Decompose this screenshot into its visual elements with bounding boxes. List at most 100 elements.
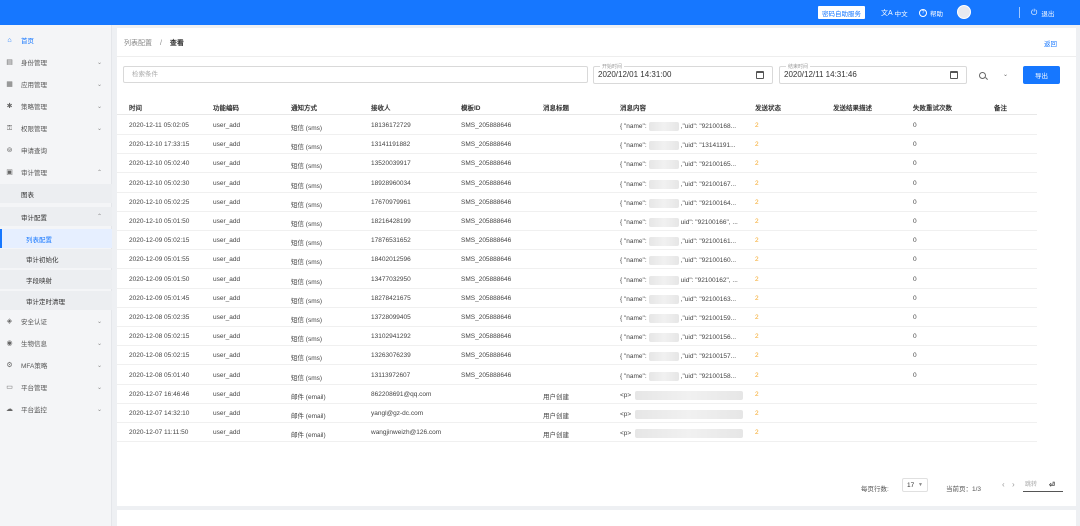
self-service-button[interactable]: 密码自助服务 (818, 6, 865, 19)
content-suffix: ,"uid": "92100156... (680, 334, 737, 342)
breadcrumb-parent[interactable]: 列表配置 (124, 40, 152, 47)
chevron-down-icon[interactable]: ⌄ (1003, 71, 1008, 78)
column-header[interactable]: 通知方式 (291, 102, 317, 112)
cell-time: 2020-12-07 16:46:46 (129, 390, 190, 398)
sidebar-item-apps[interactable]: ▦ 应用管理 ⌄ (0, 75, 112, 93)
cell-method: 短信 (sms) (291, 125, 323, 132)
cell-receiver: 13263076239 (371, 352, 411, 360)
calendar-icon[interactable] (950, 71, 958, 79)
column-header[interactable]: 接收人 (371, 102, 391, 112)
table-row[interactable]: 2020-12-08 05:02:15 user_add 短信 (sms) 13102… (117, 327, 1037, 347)
help-link[interactable]: ? 帮助 (919, 0, 943, 25)
language-switch[interactable]: 文A 中文 (881, 0, 908, 25)
sidebar-item-policy[interactable]: ✱ 策略管理 ⌄ (0, 97, 112, 115)
rows-per-page-select[interactable]: 17 ▼ (902, 478, 928, 492)
cell-method: 短信 (sms) (291, 163, 323, 171)
page-jump-input[interactable] (1023, 478, 1063, 492)
table-row[interactable]: 2020-12-10 05:02:25 user_add 短信 (sms) 17670… (117, 193, 1037, 212)
sidebar-item-audit-cleanup[interactable]: 审计定时清理 (0, 291, 112, 310)
redacted-block (648, 141, 679, 151)
table-row[interactable]: 2020-12-10 05:02:30 user_add 短信 (sms) 18928… (117, 174, 1037, 193)
sidebar-item-label: 字段映射 (26, 277, 52, 285)
redacted-block (648, 371, 679, 381)
sidebar-item-home[interactable]: ⌂ 首页 (0, 31, 112, 49)
table-row[interactable]: 2020-12-07 14:32:10 user_add 邮件 (email) yan… (117, 404, 1037, 423)
prev-page-icon[interactable]: ‹ (1002, 480, 1005, 489)
sidebar-item-field-mapping[interactable]: 字段映射 (0, 270, 112, 289)
column-header[interactable]: 备注 (994, 102, 1007, 112)
column-header[interactable]: 消息内容 (620, 102, 646, 112)
sidebar-item-chart[interactable]: 图表 (0, 184, 112, 203)
sidebar-item-identity[interactable]: ▤ 身份管理 ⌄ (0, 53, 112, 71)
cell-status: 2 (755, 256, 759, 264)
sidebar-item-biometric[interactable]: ◉ 生物信息 ⌄ (0, 334, 112, 352)
logout-button[interactable]: ⏻ 退出 (1031, 0, 1054, 25)
content-suffix: ,"uid": "92100158... (680, 372, 737, 380)
content-prefix: { "name": (620, 180, 647, 188)
content-suffix: uid": "92100166", ... (680, 219, 738, 227)
back-link[interactable]: 返回 (1044, 38, 1057, 48)
power-icon: ⏻ (1031, 7, 1038, 17)
export-button[interactable]: 导出 (1023, 66, 1060, 84)
table-row[interactable]: 2020-12-10 17:33:15 user_add 短信 (sms) 13141… (117, 135, 1037, 155)
cell-content: <p> (620, 429, 744, 439)
column-header[interactable]: 时间 (129, 102, 142, 112)
key-icon: ⚿ (6, 124, 13, 132)
sidebar-item-requests[interactable]: ⊚ 申请查询 (0, 141, 112, 159)
redacted-block (648, 122, 679, 131)
table-row[interactable]: 2020-12-10 05:02:40 user_add 短信 (sms) 13520… (117, 154, 1037, 174)
search-icon[interactable] (979, 72, 986, 79)
calendar-icon[interactable] (756, 71, 764, 79)
chevron-down-icon: ⌄ (97, 125, 103, 132)
cell-status: 2 (755, 314, 759, 321)
cell-retry: 0 (913, 179, 917, 187)
table-row[interactable]: 2020-12-10 05:01:50 user_add 短信 (sms) 18216… (117, 212, 1037, 231)
cell-retry: 0 (913, 141, 917, 149)
column-header[interactable]: 模板ID (461, 102, 481, 112)
sidebar-item-monitoring[interactable]: ☁ 平台监控 ⌄ (0, 400, 112, 418)
table-row[interactable]: 2020-12-08 05:01:40 user_add 短信 (sms) 13113… (117, 366, 1037, 385)
end-time-field[interactable]: 结束时间 2020/12/11 14:31:46 (779, 63, 967, 84)
cell-status: 2 (755, 352, 759, 360)
cell-content: <p> (620, 390, 744, 400)
sidebar-item-list-config[interactable]: 列表配置 (0, 229, 112, 248)
table-row[interactable]: 2020-12-11 05:02:05 user_add 短信 (sms) 18136… (117, 116, 1037, 135)
table-row[interactable]: 2020-12-08 05:02:35 user_add 短信 (sms) 13728… (117, 308, 1037, 327)
cell-receiver: wangjinweizh@126.com (371, 429, 442, 437)
table-row[interactable]: 2020-12-07 16:46:46 user_add 邮件 (email) 862… (117, 385, 1037, 404)
sidebar-item-mfa[interactable]: ⚙ MFA策略 ⌄ (0, 356, 112, 374)
start-time-field[interactable]: 开始时间 2020/12/01 14:31:00 (593, 63, 773, 84)
column-header[interactable]: 消息标题 (543, 102, 569, 112)
table-row[interactable]: 2020-12-08 05:02:15 user_add 短信 (sms) 13263… (117, 346, 1037, 366)
breadcrumb-separator: / (159, 40, 162, 47)
language-label: 中文 (894, 10, 908, 18)
main-panel: 列表配置 / 查看 返回 开始时间 2020/12/01 14:31:00 结束… (117, 28, 1076, 506)
sidebar-item-platform[interactable]: ▭ 平台管理 ⌄ (0, 378, 112, 396)
avatar[interactable] (957, 5, 971, 19)
sidebar-item-permission[interactable]: ⚿ 权限管理 ⌄ (0, 119, 112, 137)
search-input[interactable] (124, 67, 587, 82)
cell-retry: 0 (913, 218, 917, 225)
table-row[interactable]: 2020-12-09 05:01:45 user_add 短信 (sms) 18278… (117, 289, 1037, 308)
sidebar-item-audit-init[interactable]: 审计初始化 (0, 249, 112, 268)
column-header[interactable]: 失败重试次数 (913, 102, 952, 112)
column-header[interactable]: 发送状态 (755, 102, 781, 112)
table-row[interactable]: 2020-12-07 11:11:50 user_add 邮件 (email) wan… (117, 423, 1037, 443)
sidebar-item-audit-config[interactable]: 审计配置 ⌃ (0, 207, 112, 226)
column-header[interactable]: 发送结果描述 (833, 102, 872, 112)
sidebar-item-label: 权限管理 (21, 126, 47, 133)
sidebar-item-audit[interactable]: ▣ 审计管理 ⌃ (0, 163, 112, 181)
enter-icon[interactable]: ⏎ (1049, 481, 1055, 489)
column-header[interactable]: 功能编码 (213, 102, 239, 112)
cell-time: 2020-12-09 05:01:50 (129, 275, 190, 283)
table-row[interactable]: 2020-12-09 05:02:15 user_add 短信 (sms) 17876… (117, 231, 1037, 251)
next-page-icon[interactable]: › (1012, 480, 1015, 489)
cell-retry: 0 (913, 371, 917, 379)
redacted-block (648, 352, 679, 362)
help-label: 帮助 (930, 10, 943, 18)
table-row[interactable]: 2020-12-09 05:01:55 user_add 短信 (sms) 18402… (117, 250, 1037, 270)
table-row[interactable]: 2020-12-09 05:01:50 user_add 短信 (sms) 13477… (117, 270, 1037, 289)
sidebar-item-security[interactable]: ◈ 安全认证 ⌄ (0, 312, 112, 330)
cell-template: SMS_205888646 (461, 179, 512, 187)
cell-code: user_add (213, 333, 241, 341)
